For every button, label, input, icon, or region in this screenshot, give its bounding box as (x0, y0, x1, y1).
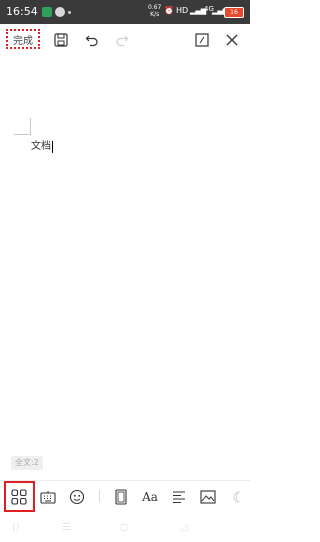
battery-icon: 16 (224, 7, 244, 18)
alarm-icon: ⏰ (164, 6, 174, 15)
document-text[interactable]: 文档 (31, 137, 53, 153)
keyboard-icon[interactable] (35, 485, 61, 509)
nav-menu-icon[interactable]: ☰ (62, 522, 71, 533)
word-count-badge: 全文:2 (11, 456, 43, 470)
more-notifications-icon (68, 11, 71, 14)
navigation-bar: ⟨⟩ ☰ ◻ ◿ (0, 512, 250, 542)
nav-back-icon[interactable]: ⟨⟩ (12, 522, 20, 533)
status-bar: 16:54 0.67 K/s ⏰ HD ▂▄▆ 4G ▂▄▆ 16 (0, 0, 250, 24)
notification-app-icon (42, 7, 52, 17)
nav-home-icon[interactable]: ◻ (120, 522, 128, 533)
finish-button[interactable]: 完成 (6, 29, 40, 49)
text-caret (52, 140, 53, 153)
bottom-toolbar: Aa (0, 480, 250, 513)
wechat-icon (55, 7, 65, 17)
save-icon[interactable] (49, 28, 73, 52)
page-icon[interactable] (108, 485, 134, 509)
undo-icon[interactable] (80, 28, 104, 52)
apps-highlight-box (4, 481, 35, 512)
network-speed: 0.67 K/s (148, 4, 162, 18)
edit-icon[interactable] (190, 28, 214, 52)
emoji-icon[interactable] (64, 485, 90, 509)
close-icon[interactable] (220, 28, 244, 52)
document-canvas[interactable] (0, 58, 250, 448)
status-time: 16:54 (6, 5, 38, 18)
hd-label: HD (176, 6, 189, 15)
nav-recent-icon[interactable]: ◿ (180, 522, 188, 533)
document-text-content: 文档 (31, 141, 51, 152)
more-icon[interactable] (224, 485, 250, 509)
image-icon[interactable] (195, 485, 221, 509)
font-icon[interactable]: Aa (137, 485, 163, 509)
redo-icon[interactable] (110, 28, 134, 52)
align-icon[interactable] (166, 485, 192, 509)
page-margin-marker (14, 118, 31, 135)
toolbar-divider (99, 490, 100, 502)
